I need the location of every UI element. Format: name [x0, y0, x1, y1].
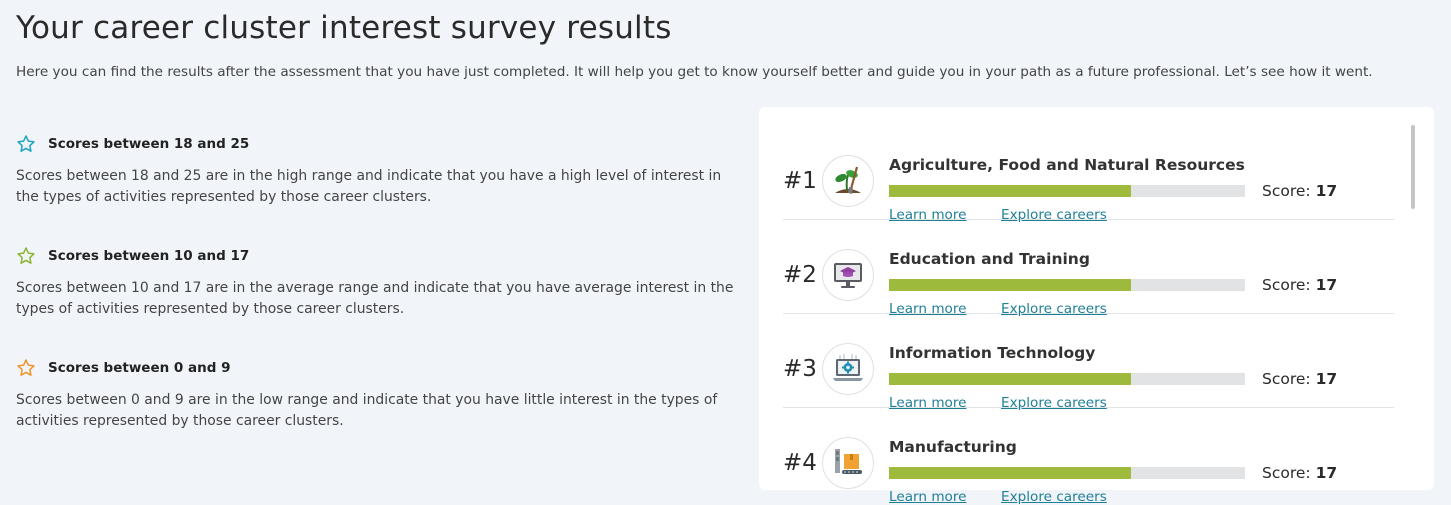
score-display: Score: 17: [1262, 464, 1337, 482]
graduation-monitor-icon: [822, 249, 874, 301]
score-bar: [889, 373, 1245, 385]
star-outline-icon: [17, 135, 35, 152]
score-value: 17: [1315, 276, 1338, 294]
page-intro: Here you can find the results after the …: [16, 64, 1373, 80]
legend-title: Scores between 10 and 17: [48, 248, 250, 264]
star-outline-icon: [17, 359, 35, 376]
cluster-name: Agriculture, Food and Natural Resources: [889, 156, 1245, 174]
score-bar: [889, 279, 1245, 291]
cluster-name: Information Technology: [889, 344, 1096, 362]
score-label: Score:: [1262, 182, 1311, 200]
score-label: Score:: [1262, 464, 1311, 482]
score-display: Score: 17: [1262, 370, 1337, 388]
gear-laptop-icon: [822, 343, 874, 395]
score-bar: [889, 467, 1245, 479]
legend-item-average: Scores between 10 and 17 Scores between …: [16, 244, 746, 356]
star-outline-icon: [17, 247, 35, 264]
score-legend: Scores between 18 and 25 Scores between …: [16, 132, 746, 468]
score-display: Score: 17: [1262, 276, 1337, 294]
legend-title: Scores between 18 and 25: [48, 136, 250, 152]
factory-box-icon: [822, 437, 874, 489]
legend-item-high: Scores between 18 and 25 Scores between …: [16, 132, 746, 244]
cluster-name: Manufacturing: [889, 438, 1017, 456]
score-bar-fill: [889, 467, 1132, 479]
score-bar-fill: [889, 279, 1132, 291]
score-display: Score: 17: [1262, 182, 1337, 200]
result-row: #4 Manufacturing Score: 17 Learn more Ex…: [783, 408, 1394, 505]
score-value: 17: [1315, 464, 1338, 482]
legend-description: Scores between 18 and 25 are in the high…: [16, 168, 722, 205]
legend-description: Scores between 0 and 9 are in the low ra…: [16, 392, 718, 429]
result-row: #2 Education and Training Score: 17 Lear…: [783, 220, 1394, 317]
page-title: Your career cluster interest survey resu…: [16, 10, 672, 46]
result-rank: #2: [783, 262, 817, 288]
cluster-name: Education and Training: [889, 250, 1090, 268]
legend-item-low: Scores between 0 and 9 Scores between 0 …: [16, 356, 746, 468]
learn-more-link[interactable]: Learn more: [889, 489, 967, 505]
result-rank: #4: [783, 450, 817, 476]
score-bar: [889, 185, 1245, 197]
plant-shovel-icon: [822, 155, 874, 207]
legend-description: Scores between 10 and 17 are in the aver…: [16, 280, 734, 317]
result-rank: #3: [783, 356, 817, 382]
score-value: 17: [1315, 370, 1338, 388]
score-value: 17: [1315, 182, 1338, 200]
score-label: Score:: [1262, 370, 1311, 388]
results-scrollbar[interactable]: [1411, 125, 1415, 209]
result-row: #3 Information Technology Score: 17 Lear…: [783, 314, 1394, 411]
result-rank: #1: [783, 168, 817, 194]
result-row: #1 Agriculture, Food and Natural Resourc…: [783, 126, 1394, 223]
score-bar-fill: [889, 373, 1132, 385]
score-bar-fill: [889, 185, 1132, 197]
legend-title: Scores between 0 and 9: [48, 360, 231, 376]
score-label: Score:: [1262, 276, 1311, 294]
explore-careers-link[interactable]: Explore careers: [1001, 489, 1107, 505]
